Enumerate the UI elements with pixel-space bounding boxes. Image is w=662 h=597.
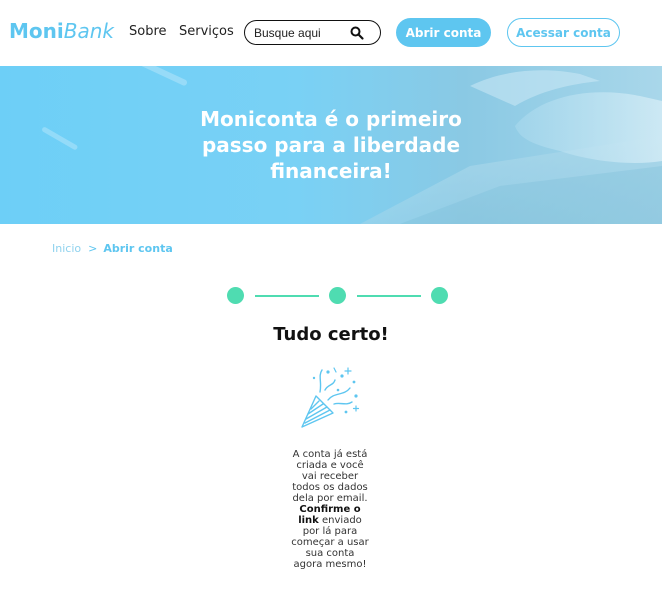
logo-bold-text: Moni	[9, 19, 64, 43]
step-connector-1	[255, 295, 319, 297]
confirmation-message: A conta já está criada e você vai recebe…	[290, 449, 370, 570]
access-account-button[interactable]: Acessar conta	[507, 18, 620, 47]
open-account-button[interactable]: Abrir conta	[396, 18, 491, 47]
search-box	[244, 20, 381, 45]
hero-title: Moniconta é o primeiro passo para a libe…	[200, 107, 462, 183]
breadcrumb-separator: >	[88, 242, 98, 255]
party-popper-icon	[301, 367, 360, 428]
hero-banner: Moniconta é o primeiro passo para a libe…	[0, 66, 662, 224]
message-text-start: A conta já está criada e você vai recebe…	[292, 449, 368, 504]
breadcrumb-home-link[interactable]: Inicio	[52, 242, 81, 255]
step-dot-3	[431, 287, 448, 304]
progress-steps	[227, 287, 449, 305]
step-connector-2	[357, 295, 421, 297]
confirmation-title: Tudo certo!	[273, 324, 389, 345]
breadcrumb: Inicio > Abrir conta	[52, 242, 173, 256]
step-dot-2	[329, 287, 346, 304]
nav-link-servicos[interactable]: Serviços	[179, 24, 234, 40]
monibank-logo[interactable]: MoniBank	[9, 19, 114, 43]
search-input[interactable]	[254, 24, 349, 41]
site-header: MoniBank Sobre Serviços Abrir conta Aces…	[0, 0, 662, 66]
search-icon[interactable]	[349, 25, 365, 41]
step-dot-1	[227, 287, 244, 304]
logo-italic-text: Bank	[63, 19, 114, 43]
nav-link-sobre[interactable]: Sobre	[129, 24, 167, 40]
breadcrumb-current: Abrir conta	[103, 242, 173, 255]
